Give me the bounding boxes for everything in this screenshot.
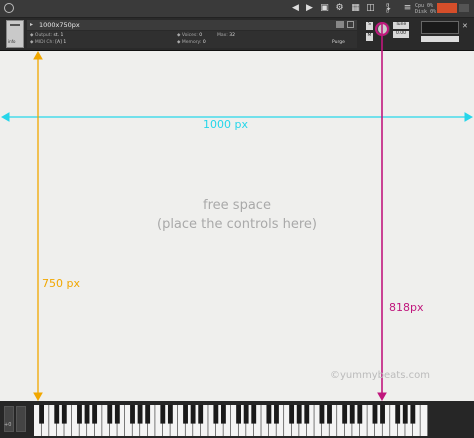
black-key xyxy=(327,405,332,424)
black-key xyxy=(145,405,151,424)
black-key xyxy=(137,405,143,424)
black-key xyxy=(198,405,204,424)
black-key xyxy=(289,405,295,424)
black-key xyxy=(372,405,378,424)
mod-wheel[interactable] xyxy=(16,406,26,432)
white-key xyxy=(420,405,428,436)
black-key xyxy=(213,405,219,424)
black-key xyxy=(190,405,196,424)
black-key xyxy=(395,405,401,424)
black-key xyxy=(167,405,173,424)
height-label: 750 px xyxy=(42,277,80,290)
black-key xyxy=(92,405,98,424)
black-key xyxy=(349,405,355,424)
black-key xyxy=(77,405,82,424)
pitch-wheel[interactable] xyxy=(4,406,14,432)
black-key xyxy=(114,405,120,424)
black-key xyxy=(183,405,188,424)
free-space-title: free space xyxy=(203,198,271,213)
watermark: ©yummybeats.com xyxy=(330,370,430,381)
piano-keyboard[interactable] xyxy=(34,405,428,436)
free-space-subtitle: (place the controls here) xyxy=(157,217,317,232)
black-key xyxy=(319,405,325,424)
black-key xyxy=(304,405,310,424)
black-key xyxy=(380,405,385,424)
black-key xyxy=(274,405,279,424)
black-key xyxy=(54,405,60,424)
black-key xyxy=(251,405,257,424)
octave-label: +0 xyxy=(4,422,12,428)
black-key xyxy=(357,405,363,424)
width-label: 1000 px xyxy=(200,118,251,131)
black-key xyxy=(107,405,113,424)
black-key xyxy=(410,405,416,424)
black-key xyxy=(61,405,67,424)
black-key xyxy=(160,405,166,424)
black-key xyxy=(243,405,249,424)
black-key xyxy=(266,405,272,424)
black-key xyxy=(39,405,44,424)
black-key xyxy=(130,405,135,424)
black-key xyxy=(402,405,408,424)
black-key xyxy=(236,405,241,424)
total-height-label: 818px xyxy=(389,301,424,314)
black-key xyxy=(221,405,226,424)
black-key xyxy=(296,405,302,424)
black-key xyxy=(84,405,90,424)
black-key xyxy=(342,405,348,424)
